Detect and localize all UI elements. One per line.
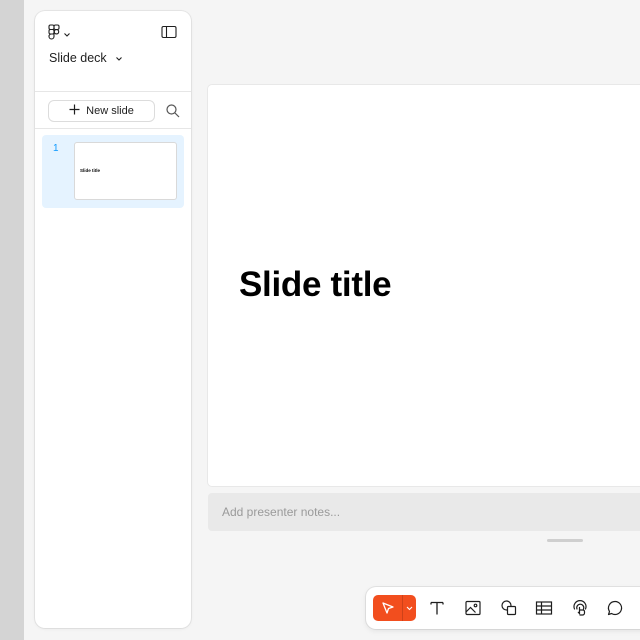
sidebar-toggle-icon[interactable] [161, 25, 177, 39]
text-tool-icon[interactable] [427, 598, 447, 618]
new-slide-label: New slide [86, 105, 134, 117]
notes-resize-handle[interactable] [547, 539, 583, 542]
slide-thumbnail: Slide title [74, 142, 177, 200]
shapes-tool-icon[interactable] [499, 598, 519, 618]
interaction-tool-icon[interactable] [570, 598, 590, 618]
bottom-toolbar [366, 587, 640, 629]
slide-list-item[interactable]: 1 Slide title [42, 135, 184, 208]
plus-icon [69, 104, 80, 118]
search-icon[interactable] [165, 103, 181, 119]
new-slide-button[interactable]: New slide [48, 100, 155, 122]
chevron-down-icon [115, 51, 123, 65]
slides-sidebar: Slide deck New slide 1 Slide title [35, 11, 191, 628]
deck-name-menu[interactable]: Slide deck [49, 49, 123, 67]
sidebar-actions: New slide [35, 92, 191, 129]
cursor-arrow-icon [373, 595, 402, 621]
slide-number: 1 [53, 143, 59, 154]
image-tool-icon[interactable] [463, 598, 483, 618]
table-tool-icon[interactable] [534, 598, 554, 618]
window-left-edge [0, 0, 24, 640]
chevron-down-icon[interactable] [402, 595, 416, 621]
figma-logo-icon [48, 23, 60, 45]
chevron-down-icon [63, 25, 71, 43]
slide-title[interactable]: Slide title [239, 265, 392, 305]
main-menu-button[interactable] [48, 23, 71, 45]
sidebar-header: Slide deck [35, 11, 191, 92]
presenter-notes-input[interactable]: Add presenter notes... [208, 493, 640, 531]
deck-name: Slide deck [49, 51, 107, 65]
slide-canvas[interactable]: Slide title [208, 85, 640, 486]
comment-tool-icon[interactable] [605, 598, 625, 618]
thumbnail-title: Slide title [80, 168, 101, 173]
move-tool-button[interactable] [373, 595, 416, 621]
